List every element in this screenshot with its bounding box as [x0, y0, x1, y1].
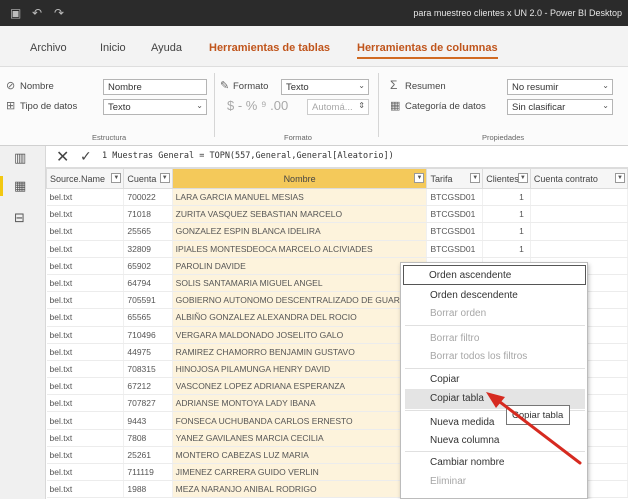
annotation-arrow: [486, 392, 582, 465]
